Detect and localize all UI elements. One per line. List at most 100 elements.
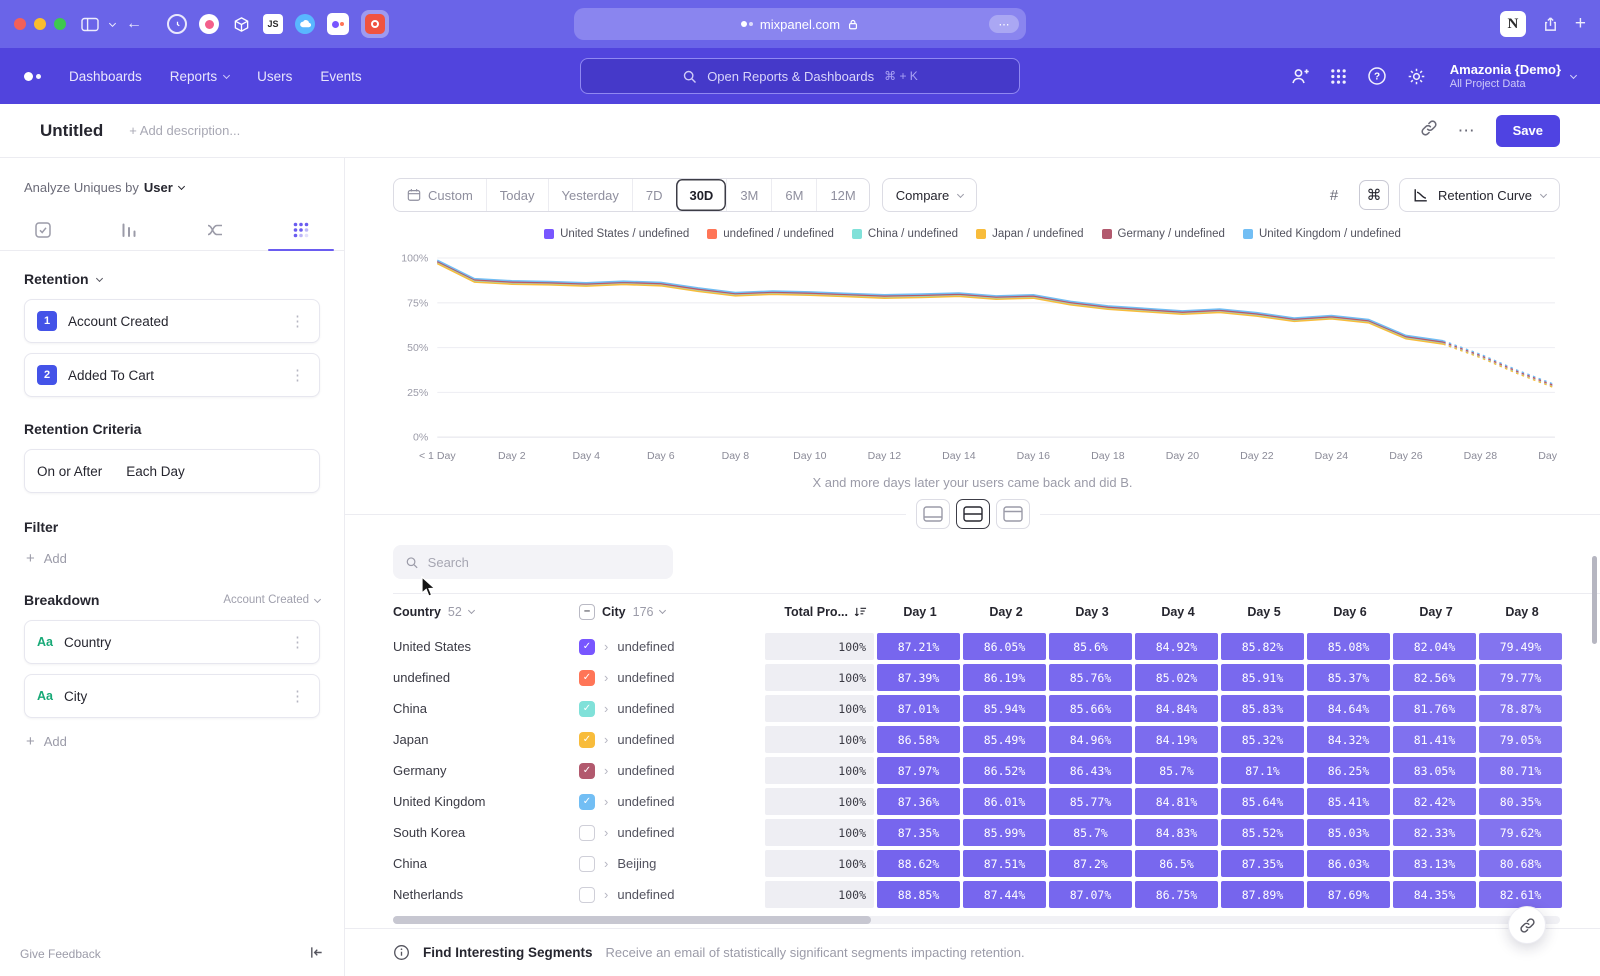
scrollbar-thumb[interactable] <box>393 916 871 924</box>
minimize-window-button[interactable] <box>34 18 46 30</box>
column-header-day-1[interactable]: Day 1 <box>877 605 963 619</box>
table-row[interactable]: China✓›undefined100%87.01%85.94%85.66%84… <box>393 695 1600 722</box>
new-tab-button[interactable]: + <box>1575 13 1586 35</box>
row-checkbox[interactable] <box>579 887 595 903</box>
nav-item-reports[interactable]: Reports <box>170 69 229 84</box>
expand-chevron-icon[interactable]: › <box>604 887 608 902</box>
criteria-condition[interactable]: On or After <box>37 464 102 479</box>
row-checkbox[interactable] <box>579 825 595 841</box>
retention-section-title[interactable]: Retention <box>24 271 320 287</box>
nav-item-dashboards[interactable]: Dashboards <box>69 69 142 84</box>
copy-link-icon[interactable] <box>1420 119 1438 142</box>
more-options-icon[interactable]: ⋮ <box>288 687 307 705</box>
legend-item-united-states-undefined[interactable]: United States / undefined <box>544 228 689 240</box>
criteria-value[interactable]: Each Day <box>126 464 185 479</box>
row-checkbox[interactable]: ✓ <box>579 794 595 810</box>
horizontal-scrollbar[interactable] <box>393 916 1560 924</box>
date-range-today[interactable]: Today <box>486 179 548 211</box>
view-toggle-split[interactable] <box>956 499 990 529</box>
retention-criteria-control[interactable]: On or After Each Day <box>24 449 320 493</box>
add-filter-button[interactable]: + Add <box>24 551 320 566</box>
expand-chevron-icon[interactable]: › <box>604 701 608 716</box>
expand-chevron-icon[interactable]: › <box>604 856 608 871</box>
date-range-yesterday[interactable]: Yesterday <box>548 179 632 211</box>
favicon-active-tab-icon[interactable] <box>361 10 389 38</box>
more-options-icon[interactable]: ⋮ <box>288 633 307 651</box>
table-row[interactable]: undefined✓›undefined100%87.39%86.19%85.7… <box>393 664 1600 691</box>
favicon-mixpanel-icon[interactable] <box>327 13 349 35</box>
give-feedback-link[interactable]: Give Feedback <box>20 947 101 961</box>
chevron-down-icon[interactable] <box>110 23 115 26</box>
table-search[interactable] <box>393 545 673 579</box>
column-header-country[interactable]: Country52 <box>393 605 579 619</box>
vertical-scrollbar-thumb[interactable] <box>1592 556 1597 644</box>
row-checkbox[interactable]: ✓ <box>579 670 595 686</box>
column-header-day-3[interactable]: Day 3 <box>1049 605 1135 619</box>
address-bar[interactable]: mixpanel.com ⋯ <box>574 8 1026 40</box>
tab-flows[interactable] <box>172 209 258 250</box>
close-window-button[interactable] <box>14 18 26 30</box>
expand-chevron-icon[interactable]: › <box>604 825 608 840</box>
row-checkbox[interactable] <box>579 856 595 872</box>
tab-funnels[interactable] <box>86 209 172 250</box>
breakdown-context-dropdown[interactable]: Account Created <box>223 594 320 606</box>
analyze-entity-dropdown[interactable]: User <box>144 180 184 195</box>
column-header-day-6[interactable]: Day 6 <box>1307 605 1393 619</box>
column-header-day-7[interactable]: Day 7 <box>1393 605 1479 619</box>
legend-item-united-kingdom-undefined[interactable]: United Kingdom / undefined <box>1243 228 1401 240</box>
select-all-checkbox[interactable]: – <box>579 604 595 620</box>
retention-step-account-created[interactable]: 1Account Created⋮ <box>24 299 320 343</box>
favicon-js-icon[interactable]: JS <box>263 14 283 34</box>
table-row[interactable]: China›Beijing100%88.62%87.51%87.2%86.5%8… <box>393 850 1600 877</box>
tab-retention[interactable] <box>258 209 344 250</box>
mixpanel-logo[interactable] <box>24 72 41 81</box>
notion-extension-icon[interactable]: N <box>1500 11 1526 37</box>
tab-insights[interactable] <box>0 209 86 250</box>
legend-item-undefined-undefined[interactable]: undefined / undefined <box>707 228 834 240</box>
date-range-7d[interactable]: 7D <box>632 179 676 211</box>
date-range-3m[interactable]: 3M <box>726 179 771 211</box>
table-search-input[interactable] <box>428 555 661 570</box>
date-range-30d[interactable]: 30D <box>675 179 726 211</box>
address-more-button[interactable]: ⋯ <box>989 15 1019 33</box>
add-description-button[interactable]: + Add description... <box>129 123 240 138</box>
row-checkbox[interactable]: ✓ <box>579 763 595 779</box>
row-checkbox[interactable]: ✓ <box>579 732 595 748</box>
invite-user-icon[interactable] <box>1290 66 1310 86</box>
table-row[interactable]: United States✓›undefined100%87.21%86.05%… <box>393 633 1600 660</box>
favicon-box-icon[interactable] <box>231 14 251 34</box>
zoom-window-button[interactable] <box>54 18 66 30</box>
column-header-city[interactable]: –City176 <box>579 604 765 620</box>
table-row[interactable]: South Korea›undefined100%87.35%85.99%85.… <box>393 819 1600 846</box>
more-options-icon[interactable]: ⋯ <box>1458 121 1476 141</box>
compare-button[interactable]: Compare <box>882 178 977 212</box>
more-options-icon[interactable]: ⋮ <box>288 366 307 384</box>
view-toggle-collapsed[interactable] <box>916 499 950 529</box>
date-range-6m[interactable]: 6M <box>771 179 816 211</box>
report-title[interactable]: Untitled <box>40 121 103 141</box>
help-icon[interactable]: ? <box>1367 66 1387 86</box>
more-options-icon[interactable]: ⋮ <box>288 312 307 330</box>
legend-item-japan-undefined[interactable]: Japan / undefined <box>976 228 1083 240</box>
view-toggle-expanded[interactable] <box>996 499 1030 529</box>
chart-type-dropdown[interactable]: Retention Curve <box>1399 178 1560 212</box>
share-icon[interactable] <box>1542 15 1559 33</box>
legend-item-china-undefined[interactable]: China / undefined <box>852 228 958 240</box>
column-header-day-8[interactable]: Day 8 <box>1479 605 1565 619</box>
retention-step-added-to-cart[interactable]: 2Added To Cart⋮ <box>24 353 320 397</box>
row-checkbox[interactable]: ✓ <box>579 701 595 717</box>
expand-chevron-icon[interactable]: › <box>604 794 608 809</box>
save-button[interactable]: Save <box>1496 115 1560 147</box>
column-header-day-2[interactable]: Day 2 <box>963 605 1049 619</box>
nav-item-users[interactable]: Users <box>257 69 292 84</box>
favicon-cloud-icon[interactable] <box>295 14 315 34</box>
collapse-sidebar-icon[interactable] <box>309 945 324 963</box>
column-header-total[interactable]: Total Pro... <box>765 605 877 619</box>
table-row[interactable]: Netherlands›undefined100%88.85%87.44%87.… <box>393 881 1600 908</box>
project-switcher[interactable]: Amazonia {Demo} All Project Data <box>1450 62 1576 90</box>
favicon-clock-icon[interactable] <box>167 14 187 34</box>
legend-item-germany-undefined[interactable]: Germany / undefined <box>1102 228 1225 240</box>
expand-chevron-icon[interactable]: › <box>604 670 608 685</box>
table-row[interactable]: Japan✓›undefined100%86.58%85.49%84.96%84… <box>393 726 1600 753</box>
favicon-record-icon[interactable] <box>199 14 219 34</box>
